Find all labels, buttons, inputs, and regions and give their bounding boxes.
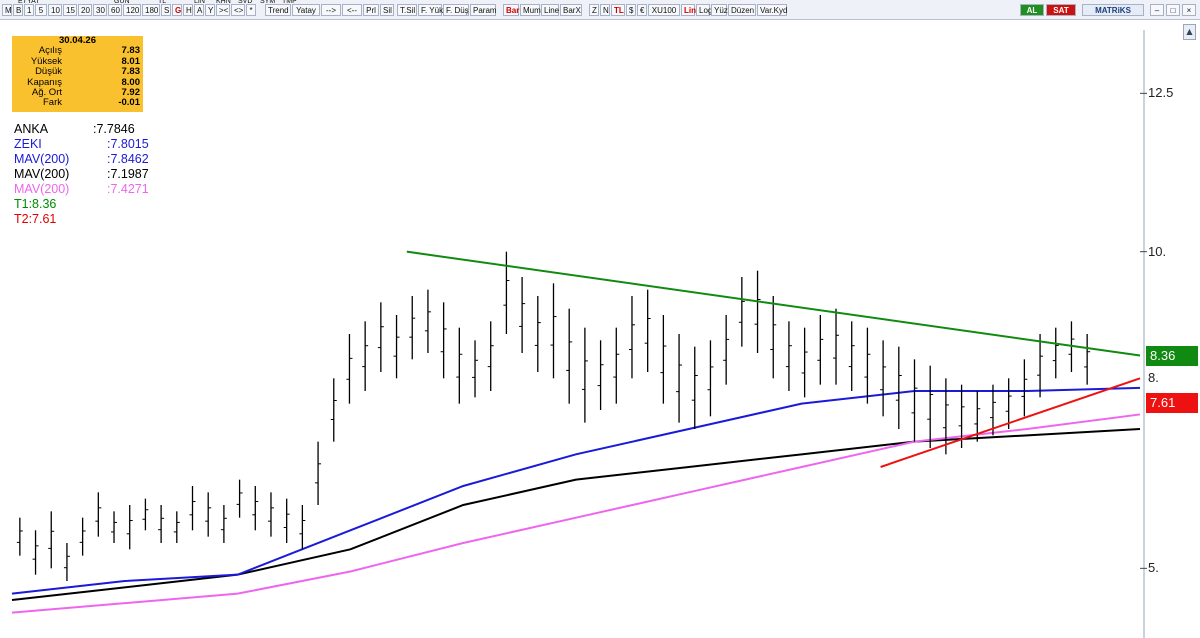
toolbar-button[interactable]: GUN xyxy=(112,0,132,6)
toolbar-button[interactable]: Log xyxy=(696,4,712,16)
toolbar-button[interactable]: 20 xyxy=(78,4,92,16)
toolbar-button[interactable]: G xyxy=(172,4,182,16)
toolbar-button[interactable]: <-- xyxy=(342,4,362,16)
y-tick-label: 10. xyxy=(1148,243,1167,259)
toolbar-button[interactable]: TL xyxy=(156,0,168,6)
toolbar-button[interactable]: 15 xyxy=(63,4,77,16)
toolbar-button[interactable]: XU100 xyxy=(648,4,680,16)
chart-toolbar: M B 1 5 10 15 20 30 60 120 180 S G H A Y >< <> * Trend Yatay… xyxy=(0,0,1200,20)
toolbar-button[interactable]: T.Sil xyxy=(397,4,417,16)
t1-price-tag: 8.36 xyxy=(1146,345,1198,366)
toolbar-button[interactable]: $ xyxy=(626,4,636,16)
toolbar-button[interactable]: BarX xyxy=(560,4,582,16)
ohlc-info-box: 30.04.26 Açılış 7.83 Yüksek 8.01 Düşük 7.83… xyxy=(12,35,143,112)
legend-value: :7.4271 xyxy=(107,182,149,196)
toolbar-button[interactable]: TMP xyxy=(280,0,299,6)
legend-value: :7.8015 xyxy=(107,137,149,151)
legend-value: :7.8462 xyxy=(107,152,149,166)
legend-name: MAV(200) xyxy=(14,182,70,196)
ohlc-label: Fark xyxy=(43,97,62,109)
mav-blue-line xyxy=(11,386,1141,595)
legend-name: T2:7.61 xyxy=(14,212,57,226)
toolbar-button[interactable]: Param xyxy=(470,4,497,16)
legend-name: MAV(200) xyxy=(14,167,70,181)
last-price-label: 8. xyxy=(1148,370,1159,386)
y-tick-label: 12.5 xyxy=(1148,85,1174,101)
toolbar-button[interactable]: SAT xyxy=(1046,4,1076,16)
y-tick-label: 5. xyxy=(1148,560,1159,576)
toolbar-button[interactable]: MATRiKS xyxy=(1082,4,1144,16)
legend-name: ZEKI xyxy=(14,137,42,151)
legend-name: ANKA xyxy=(14,122,49,136)
toolbar-button[interactable]: F. Yük xyxy=(418,4,443,16)
price-chart xyxy=(11,30,1147,638)
toolbar-button[interactable]: --> xyxy=(321,4,341,16)
toolbar-button[interactable]: SYM xyxy=(258,0,277,6)
minimize-icon[interactable]: – xyxy=(1150,4,1164,16)
t2-price-tag: 7.61 xyxy=(1146,393,1198,414)
restore-icon[interactable]: □ xyxy=(1166,4,1180,16)
mav-pink-line xyxy=(11,413,1141,614)
toolbar-button[interactable]: Line xyxy=(541,4,559,16)
close-icon[interactable]: × xyxy=(1182,4,1196,16)
toolbar-button[interactable]: Mum xyxy=(520,4,541,16)
toolbar-button[interactable]: M xyxy=(2,4,12,16)
toolbar-button[interactable]: Z xyxy=(589,4,599,16)
legend-name: T1:8.36 xyxy=(14,197,57,211)
toolbar-button[interactable]: Yüz xyxy=(711,4,728,16)
toolbar-button[interactable]: AL xyxy=(1020,4,1044,16)
toolbar-button[interactable]: Sil xyxy=(380,4,394,16)
legend-name: MAV(200) xyxy=(14,152,70,166)
toolbar-button[interactable]: Lin xyxy=(681,4,696,16)
ohlc-value: -0.01 xyxy=(118,97,140,109)
toolbar-button[interactable]: Düzen xyxy=(728,4,756,16)
toolbar-button[interactable]: 10 xyxy=(48,4,62,16)
toolbar-button[interactable]: F. Düş xyxy=(443,4,469,16)
chart-scroll-up-button[interactable]: ▲ xyxy=(1183,24,1196,40)
legend-value: :7.1987 xyxy=(107,167,149,181)
toolbar-button[interactable]: KHN xyxy=(214,0,233,6)
toolbar-button[interactable]: SVD xyxy=(236,0,254,6)
toolbar-button[interactable]: N xyxy=(600,4,610,16)
toolbar-button[interactable]: Bar xyxy=(503,4,519,16)
legend-value: :7.7846 xyxy=(93,122,135,136)
toolbar-button[interactable]: Prl xyxy=(363,4,379,16)
toolbar-button[interactable]: Var.Kyd xyxy=(757,4,787,16)
toolbar-button[interactable]: € xyxy=(637,4,647,16)
toolbar-button[interactable]: 30 xyxy=(93,4,107,16)
toolbar-button[interactable]: ETYAT xyxy=(16,0,42,6)
toolbar-button[interactable]: LIN xyxy=(192,0,207,6)
toolbar-button[interactable]: TL xyxy=(611,4,625,16)
